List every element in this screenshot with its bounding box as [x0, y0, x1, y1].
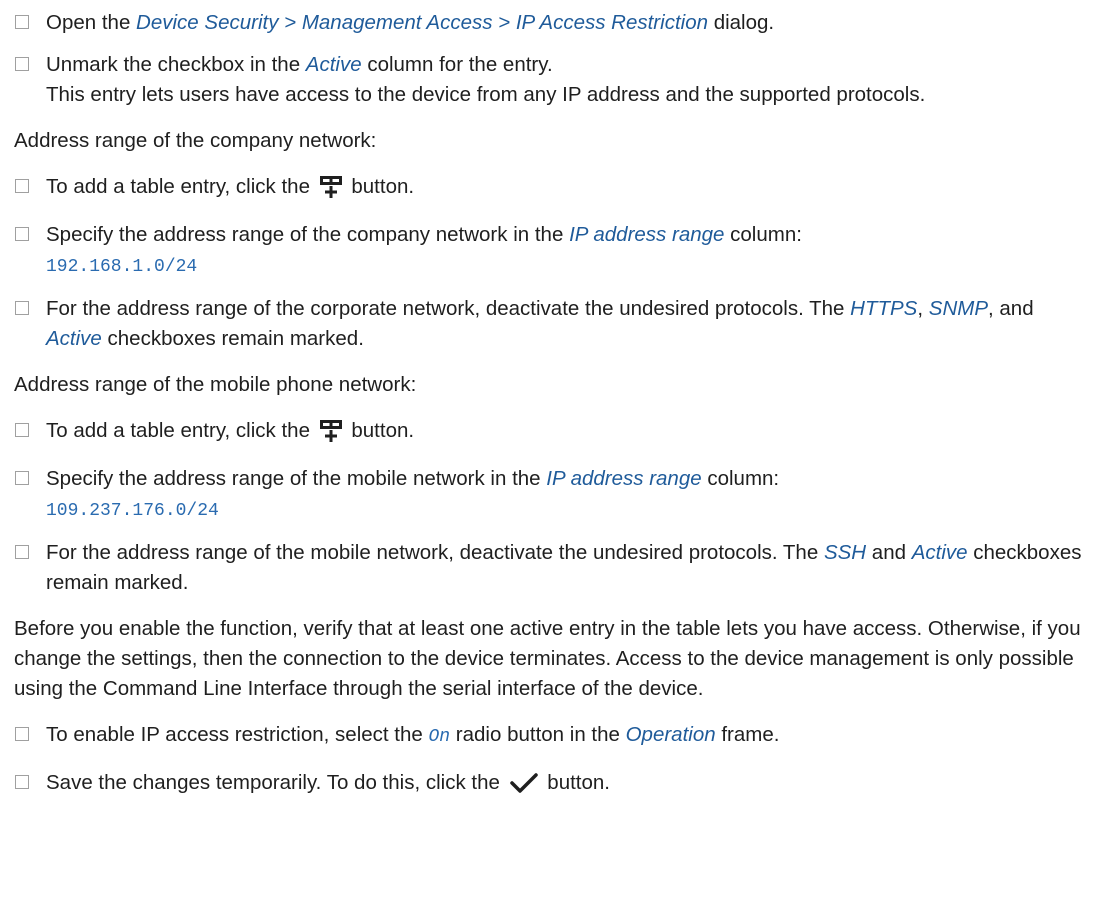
menu-path-link[interactable]: Device Security > Management Access > IP… [136, 11, 708, 34]
on-radio-ref: On [428, 727, 451, 747]
ip-range-column-ref: IP address range [569, 223, 725, 246]
step-text: column: [724, 223, 802, 246]
step-checkbox[interactable] [15, 301, 29, 315]
step-deactivate-mobile-protocols: For the address range of the mobile netw… [14, 538, 1084, 598]
step-text: For the address range of the corporate n… [46, 297, 851, 320]
step-text: column: [701, 467, 780, 490]
step-text: button. [345, 419, 415, 442]
add-table-entry-icon [319, 173, 343, 208]
active-ref: Active [46, 327, 102, 350]
step-checkbox[interactable] [15, 775, 29, 789]
company-ip-range-value: 192.168.1.0/24 [46, 257, 198, 277]
add-table-entry-icon [319, 417, 343, 452]
step-specify-mobile-range: Specify the address range of the mobile … [14, 464, 1084, 526]
company-network-heading: Address range of the company network: [14, 129, 377, 152]
step-add-entry-mobile: To add a table entry, click the button. [14, 416, 1084, 452]
step-text: To add a table entry, click the [46, 175, 316, 198]
step-checkbox[interactable] [15, 179, 29, 193]
step-text: button. [345, 175, 415, 198]
step-add-entry-company: To add a table entry, click the button. [14, 172, 1084, 208]
step-checkbox[interactable] [15, 227, 29, 241]
step-checkbox[interactable] [15, 545, 29, 559]
checkmark-icon [509, 771, 539, 804]
step-text: Open the [46, 11, 137, 34]
operation-frame-ref: Operation [625, 723, 716, 746]
step-open-dialog: Open the Device Security > Management Ac… [14, 8, 1084, 38]
step-text: column for the entry. [361, 53, 553, 76]
step-explanation: This entry lets users have access to the… [46, 83, 926, 106]
step-checkbox[interactable] [15, 471, 29, 485]
step-text: dialog. [708, 11, 775, 34]
step-text: Unmark the checkbox in the [46, 53, 306, 76]
step-text: Specify the address range of the company… [46, 223, 570, 246]
step-text: For the address range of the mobile netw… [46, 541, 824, 564]
step-enable-restriction: To enable IP access restriction, select … [14, 720, 1084, 752]
separator: , and [988, 297, 1034, 320]
mobile-ip-range-value: 109.237.176.0/24 [46, 501, 219, 521]
step-text: To enable IP access restriction, select … [46, 723, 429, 746]
snmp-ref: SNMP [928, 297, 988, 320]
step-text: radio button in the [450, 723, 626, 746]
step-text: To add a table entry, click the [46, 419, 316, 442]
step-text: frame. [715, 723, 780, 746]
ip-range-column-ref: IP address range [546, 467, 702, 490]
ssh-ref: SSH [823, 541, 867, 564]
warning-paragraph: Before you enable the function, verify t… [14, 617, 1081, 700]
step-save-changes: Save the changes temporarily. To do this… [14, 768, 1084, 804]
active-column-ref: Active [305, 53, 362, 76]
step-unmark-active: Unmark the checkbox in the Active column… [14, 50, 1084, 110]
step-specify-company-range: Specify the address range of the company… [14, 220, 1084, 282]
step-deactivate-company-protocols: For the address range of the corporate n… [14, 294, 1084, 354]
separator: and [866, 541, 912, 564]
step-text: button. [541, 771, 610, 794]
step-checkbox[interactable] [15, 57, 29, 71]
step-text: Specify the address range of the mobile … [46, 467, 547, 490]
separator: , [917, 297, 929, 320]
step-text: checkboxes remain marked. [101, 327, 364, 350]
step-checkbox[interactable] [15, 727, 29, 741]
step-text: Save the changes temporarily. To do this… [46, 771, 506, 794]
step-checkbox[interactable] [15, 15, 29, 29]
active-ref: Active [911, 541, 968, 564]
instruction-page: Open the Device Security > Management Ac… [14, 8, 1084, 804]
mobile-network-heading: Address range of the mobile phone networ… [14, 373, 417, 396]
https-ref: HTTPS [850, 297, 918, 320]
step-checkbox[interactable] [15, 423, 29, 437]
